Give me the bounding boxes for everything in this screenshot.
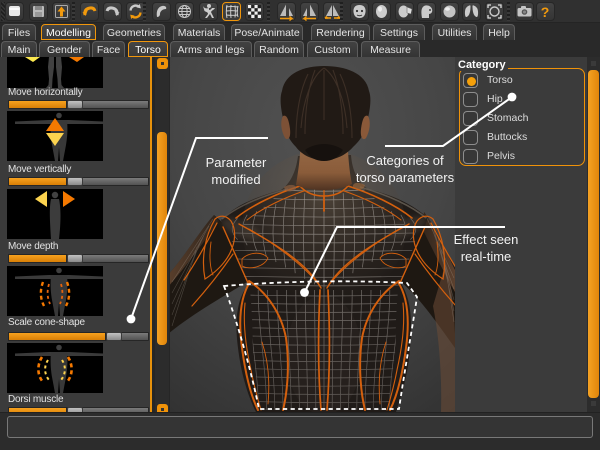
svg-text:torso parameters: torso parameters [356,170,455,185]
svg-text:modified: modified [211,172,260,187]
svg-text:Effect seen: Effect seen [454,232,519,247]
svg-text:Categories of: Categories of [366,153,444,168]
svg-text:Parameter: Parameter [206,155,267,170]
svg-text:real-time: real-time [461,249,512,264]
